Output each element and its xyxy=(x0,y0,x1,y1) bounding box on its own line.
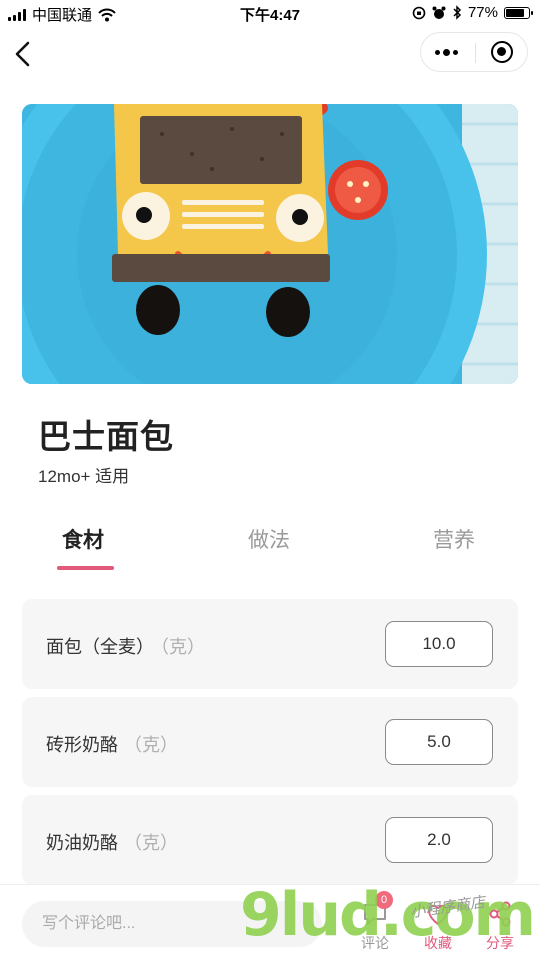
favorite-button[interactable]: 收藏 xyxy=(408,893,468,953)
comment-button[interactable]: 0 评论 xyxy=(345,891,405,953)
recipe-hero-image xyxy=(22,104,518,384)
status-right: 77% xyxy=(412,4,533,21)
comment-label: 评论 xyxy=(361,935,389,951)
bus-bread-illustration xyxy=(22,104,518,384)
favorite-label: 收藏 xyxy=(424,935,452,951)
ingredient-amount-field[interactable]: 2.0 xyxy=(385,817,493,863)
heart-icon xyxy=(428,904,448,926)
ingredient-unit: （克） xyxy=(124,735,178,755)
rotation-lock-icon xyxy=(412,6,426,19)
ingredient-name: 面包（全麦） xyxy=(46,637,154,657)
ingredient-name-label: 砖形奶酪 （克） xyxy=(46,731,178,757)
battery-percent: 77% xyxy=(467,4,498,21)
close-miniprogram-button[interactable] xyxy=(491,41,513,63)
tab-ingredients[interactable]: 食材 xyxy=(62,524,104,554)
ingredient-amount-field[interactable]: 10.0 xyxy=(385,621,493,667)
more-button[interactable] xyxy=(435,45,463,59)
status-bar: 中国联通 下午4:47 77% xyxy=(0,0,540,28)
ingredient-name: 奶油奶酪 xyxy=(46,833,118,853)
recipe-title: 巴士面包 xyxy=(38,418,174,455)
comment-input[interactable]: 写个评论吧... xyxy=(22,901,322,947)
comment-count-badge: 0 xyxy=(375,891,393,909)
more-dot xyxy=(443,48,450,56)
ingredient-name-label: 面包（全麦） （克） xyxy=(46,633,205,659)
ingredient-row: 砖形奶酪 （克） 5.0 xyxy=(22,697,518,787)
capsule-divider xyxy=(475,43,476,63)
more-dot xyxy=(435,49,440,55)
battery-level xyxy=(506,8,525,17)
ingredient-unit: （克） xyxy=(124,833,178,853)
ingredient-name-label: 奶油奶酪 （克） xyxy=(46,829,178,855)
capsule-menu xyxy=(420,32,528,72)
share-label: 分享 xyxy=(486,935,514,951)
more-dot xyxy=(453,49,458,55)
ingredient-name: 砖形奶酪 xyxy=(46,735,118,755)
tab-active-indicator xyxy=(57,566,114,570)
tab-bar: 食材 做法 营养 xyxy=(0,524,540,574)
battery-icon xyxy=(504,6,533,19)
share-icon xyxy=(489,901,511,927)
ingredient-row: 奶油奶酪 （克） 2.0 xyxy=(22,795,518,885)
back-button[interactable] xyxy=(12,40,36,68)
tab-method[interactable]: 做法 xyxy=(248,524,290,554)
bottom-action-bar: 写个评论吧... 0 评论 收藏 分享 xyxy=(0,884,540,961)
ingredient-unit: （克） xyxy=(160,637,205,657)
ingredient-list: 面包（全麦） （克） 10.0 砖形奶酪 （克） 5.0 奶油奶酪 （克） 2.0 xyxy=(22,599,518,893)
share-button[interactable]: 分享 xyxy=(470,893,530,953)
ingredient-row: 面包（全麦） （克） 10.0 xyxy=(22,599,518,689)
ingredient-amount-field[interactable]: 5.0 xyxy=(385,719,493,765)
tab-nutrition[interactable]: 营养 xyxy=(433,524,475,554)
nav-bar xyxy=(0,28,540,78)
bluetooth-icon xyxy=(453,5,462,20)
recipe-age: 12mo+ 适用 xyxy=(38,467,130,486)
alarm-icon xyxy=(432,6,446,19)
